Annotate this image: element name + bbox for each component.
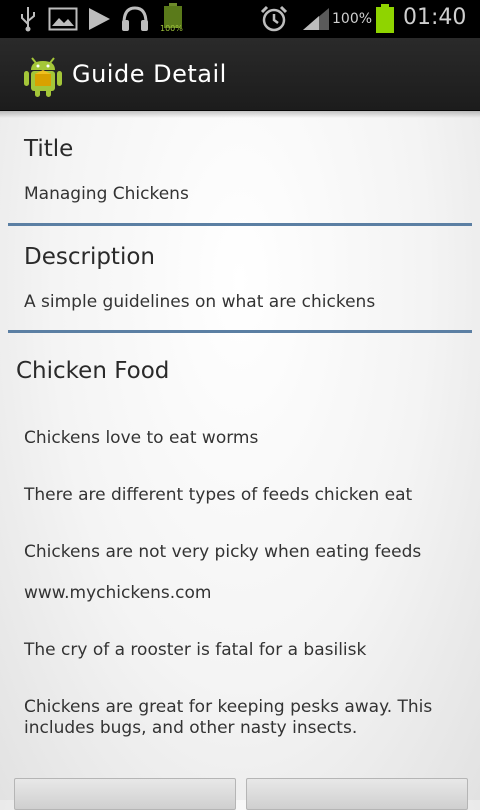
description-heading: Description [24,244,155,270]
bottom-left-button[interactable] [14,778,236,810]
title-value: Managing Chickens [24,184,189,204]
android-app-icon[interactable] [22,52,64,98]
title-divider [8,223,472,226]
gallery-icon [48,7,78,31]
bottom-right-button[interactable] [246,778,468,810]
usb-icon [21,7,35,32]
status-bar: 100% 100% 01:40 [0,0,480,38]
alarm-icon [260,5,288,32]
food-item: The cry of a rooster is fatal for a basi… [24,640,367,660]
action-bar: Guide Detail [0,38,480,111]
battery-icon [376,4,394,33]
action-bar-shadow [0,110,480,118]
description-value: A simple guidelines on what are chickens [24,292,376,312]
headset-icon [122,6,148,31]
food-link[interactable]: www.mychickens.com [24,583,211,603]
signal-icon [303,8,329,30]
food-heading: Chicken Food [16,358,170,384]
play-icon [89,8,110,30]
battery-percent-label: 100% [332,11,373,27]
description-divider [8,330,472,333]
food-item: Chickens love to eat worms [24,428,259,448]
action-bar-title: Guide Detail [72,60,227,88]
food-item: There are different types of feeds chick… [24,485,413,505]
food-item: Chickens are not very picky when eating … [24,542,422,562]
status-time: 01:40 [403,5,467,30]
title-heading: Title [24,136,74,162]
food-item: Chickens are great for keeping pesks awa… [24,697,433,738]
battery-small-label: 100% [160,24,183,33]
